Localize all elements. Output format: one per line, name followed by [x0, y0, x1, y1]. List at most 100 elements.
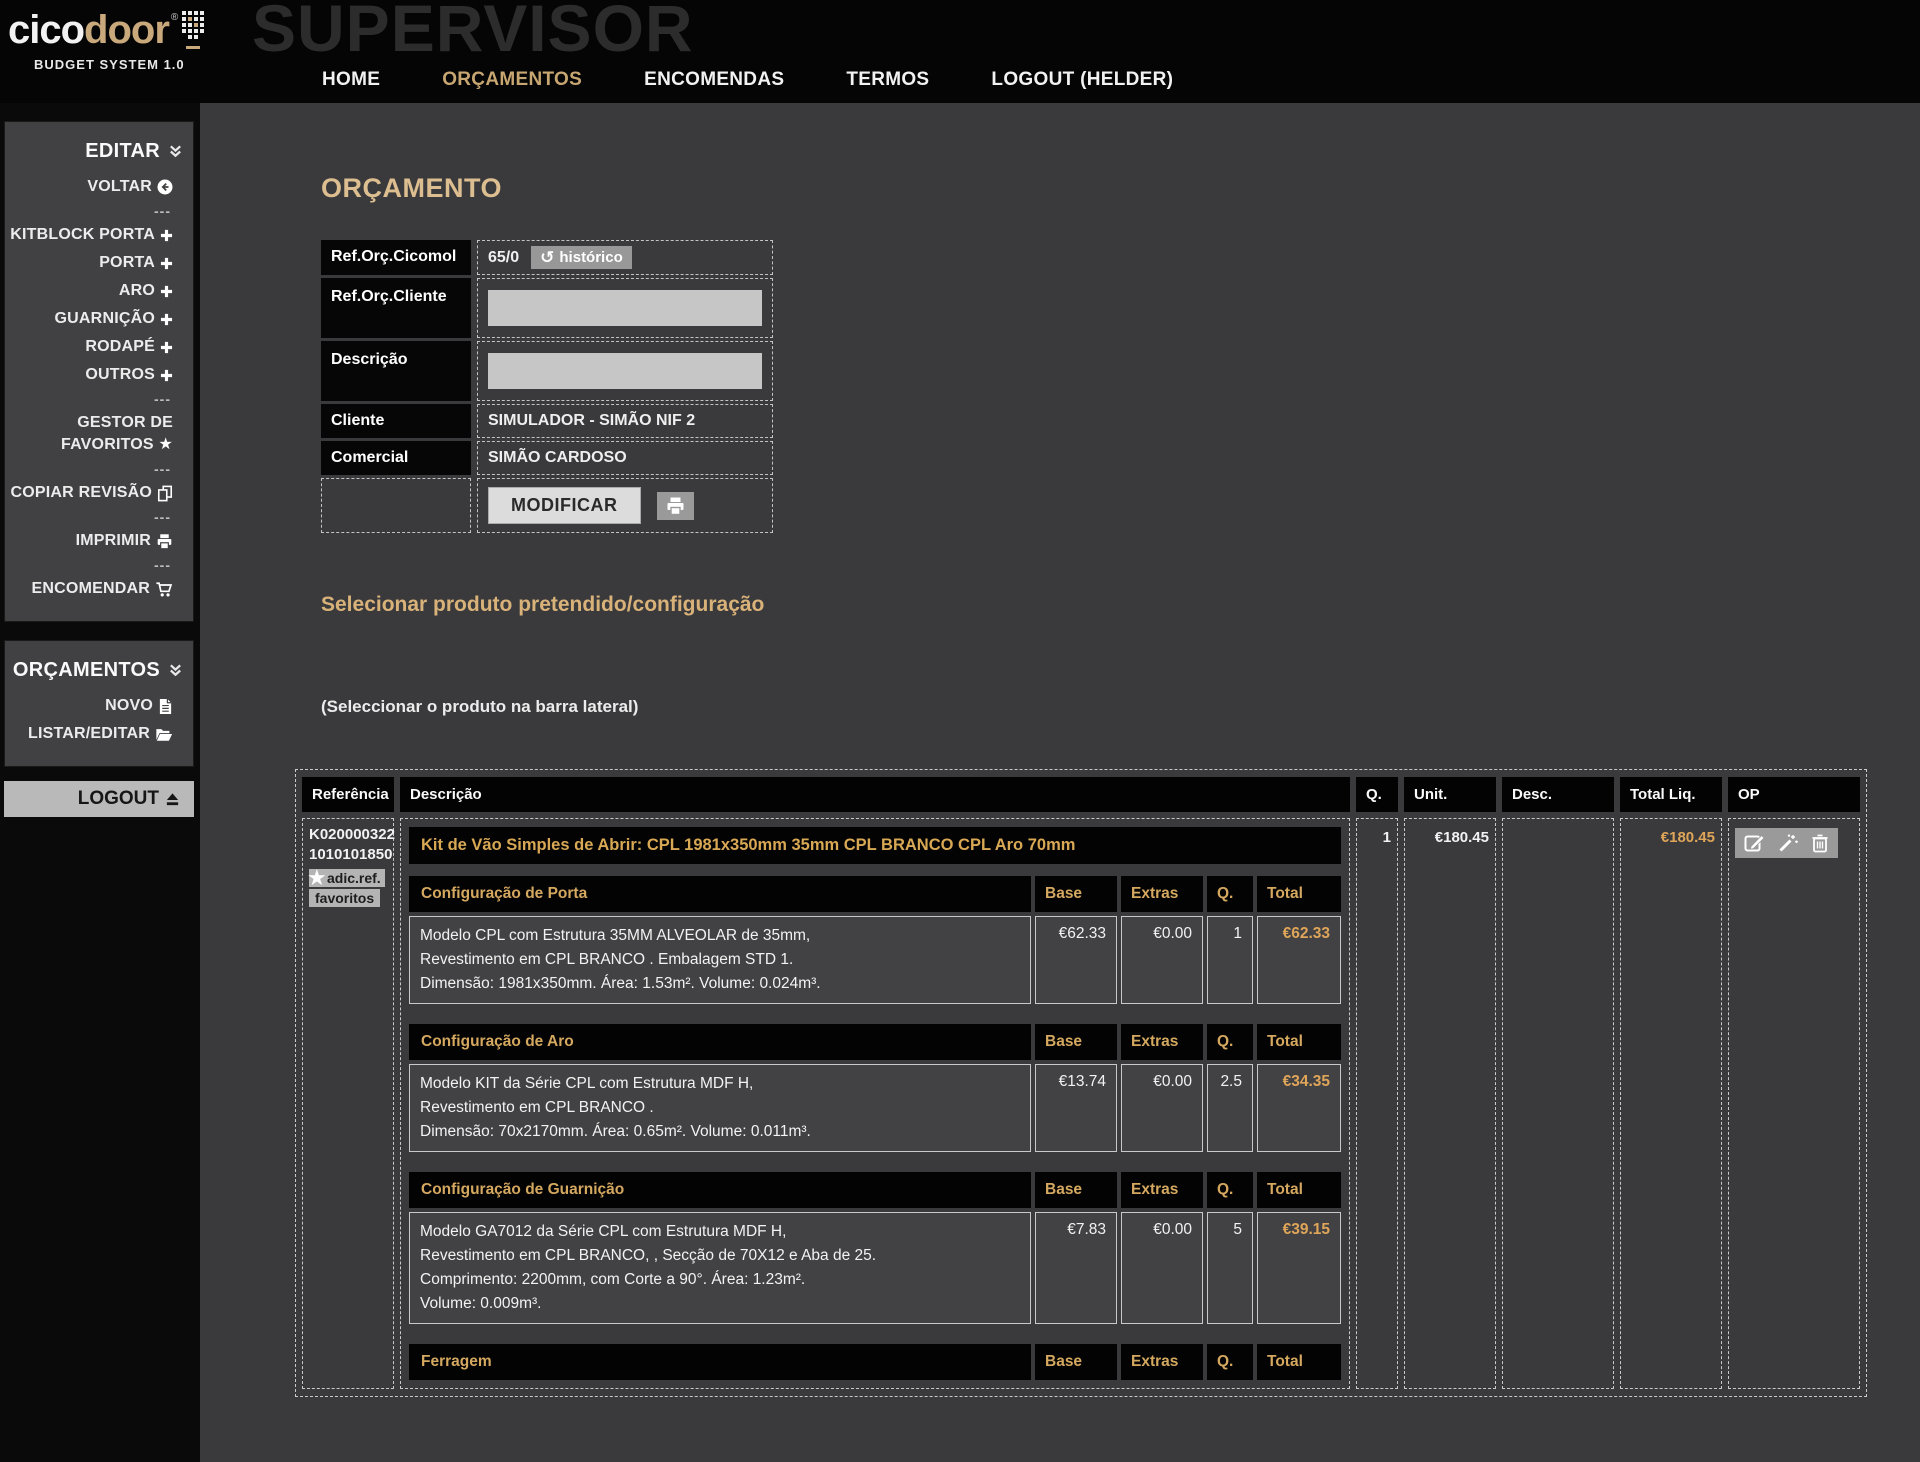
subcol-base: Base [1035, 1172, 1117, 1208]
sidebar-header-orcamentos[interactable]: ORÇAMENTOS [5, 655, 193, 692]
sidebar-item-kitblock-porta[interactable]: KITBLOCK PORTA [5, 221, 193, 249]
magic-wand-icon [1778, 833, 1799, 853]
subcol-total: Total [1257, 1344, 1341, 1380]
top-header: cicodoor ® BUDGET SYSTEM 1.0 SUPERVISOR [0, 0, 1920, 103]
rodape-label: RODAPÉ [85, 336, 155, 358]
form-buttons-spacer [321, 478, 471, 533]
config-aro-title: Configuração de Aro [409, 1024, 1031, 1060]
door-grid-icon [180, 10, 208, 50]
nav-item-logout[interactable]: LOGOUT (HELDER) [991, 69, 1173, 91]
subcol-total: Total [1257, 876, 1341, 912]
subcol-q: Q. [1207, 876, 1253, 912]
sidebar-item-voltar[interactable]: VOLTAR [5, 173, 193, 201]
config-aro-total: €34.35 [1257, 1064, 1341, 1152]
cart-icon [155, 581, 173, 598]
config-aro-q: 2.5 [1207, 1064, 1253, 1152]
cell-referencia: K020000322 1010101850 ★ adic.ref. favori… [302, 818, 394, 1389]
add-ref-favorites-button[interactable]: ★ adic.ref. favoritos [309, 869, 387, 907]
folder-open-icon [155, 727, 173, 742]
sidebar-item-listar-editar[interactable]: LISTAR/EDITAR [5, 720, 193, 748]
plus-icon [160, 257, 173, 270]
cell-desc [1502, 818, 1614, 1389]
brand-logo[interactable]: cicodoor ® BUDGET SYSTEM 1.0 [0, 0, 245, 103]
sidebar-item-rodape[interactable]: RODAPÉ [5, 333, 193, 361]
sidebar-header-editar[interactable]: EDITAR [5, 136, 193, 173]
nav-item-termos[interactable]: TERMOS [846, 69, 929, 91]
config-porta-total: €62.33 [1257, 916, 1341, 1004]
sidebar-item-imprimir[interactable]: IMPRIMIR [5, 527, 193, 555]
plus-icon [160, 369, 173, 382]
sidebar-panel-orcamentos: ORÇAMENTOS NOVO LISTAR/EDITAR [4, 640, 194, 767]
sidebar-item-encomendar[interactable]: ENCOMENDAR [5, 575, 193, 603]
gestor-favoritos-label: GESTOR DE FAVORITOS ★ [61, 412, 173, 456]
descricao-input[interactable] [488, 353, 762, 389]
config-aro-base: €13.74 [1035, 1064, 1117, 1152]
col-header-descricao: Descrição [400, 777, 1350, 812]
aro-label: ARO [119, 280, 155, 302]
subcol-extras: Extras [1121, 876, 1203, 912]
cell-descricao: Kit de Vão Simples de Abrir: CPL 1981x35… [400, 818, 1350, 1389]
imprimir-label: IMPRIMIR [76, 530, 151, 552]
config-section-guarnicao: Configuração de Guarnição Base Extras Q.… [409, 1172, 1341, 1324]
print-button[interactable] [657, 492, 694, 520]
section-title: Selecionar produto pretendido/configuraç… [321, 593, 1920, 617]
form-value-ref-cliente [477, 278, 773, 338]
sidebar-item-copiar-revisao[interactable]: COPIAR REVISÃO [5, 479, 193, 507]
config-guarnicao-total: €39.15 [1257, 1212, 1341, 1324]
nav-item-encomendas[interactable]: ENCOMENDAS [644, 69, 784, 91]
sidebar-logout-button[interactable]: LOGOUT [4, 781, 194, 817]
guarnicao-label: GUARNIÇÃO [55, 308, 155, 330]
plus-icon [160, 341, 173, 354]
col-header-desc: Desc. [1502, 777, 1614, 812]
separator: --- [5, 201, 193, 221]
nav-item-home[interactable]: HOME [322, 69, 380, 91]
config-aro-extras: €0.00 [1121, 1064, 1203, 1152]
col-header-op: OP [1728, 777, 1860, 812]
chevron-double-down-icon [168, 663, 183, 678]
config-guarnicao-description: Modelo GA7012 da Série CPL com Estrutura… [409, 1212, 1031, 1324]
document-icon [158, 698, 173, 715]
config-guarnicao-extras: €0.00 [1121, 1212, 1203, 1324]
form-label-cliente: Cliente [321, 404, 471, 438]
sidebar-header-orcamentos-label: ORÇAMENTOS [13, 659, 160, 682]
ref-cliente-input[interactable] [488, 290, 762, 326]
ref-cicomol-value: 65/0 [488, 249, 519, 267]
col-header-total-liq: Total Liq. [1620, 777, 1722, 812]
form-value-cliente: SIMULADOR - SIMÃO NIF 2 [477, 404, 773, 438]
sidebar-item-porta[interactable]: PORTA [5, 249, 193, 277]
config-section-porta: Configuração de Porta Base Extras Q. Tot… [409, 876, 1341, 1004]
modificar-button[interactable]: MODIFICAR [488, 487, 641, 524]
form-value-ref-cicomol: 65/0 ↺ histórico [477, 240, 773, 275]
magic-wand-button[interactable] [1778, 833, 1799, 853]
sidebar-item-aro[interactable]: ARO [5, 277, 193, 305]
form-label-ref-cliente: Ref.Orç.Cliente [321, 278, 471, 338]
sidebar-item-outros[interactable]: OUTROS [5, 361, 193, 389]
nav-item-orcamentos[interactable]: ORÇAMENTOS [442, 69, 582, 91]
edit-button[interactable] [1744, 833, 1766, 853]
sidebar-item-gestor-favoritos[interactable]: GESTOR DE FAVORITOS ★ [5, 409, 193, 459]
separator: --- [5, 555, 193, 575]
sidebar-panel-editar: EDITAR VOLTAR --- KITBLOCK PORTA PORTA A… [4, 121, 194, 622]
ref-line-2: 1010101850 [309, 845, 387, 865]
form-value-descricao [477, 341, 773, 401]
sidebar-item-guarnicao[interactable]: GUARNIÇÃO [5, 305, 193, 333]
subcol-q: Q. [1207, 1024, 1253, 1060]
cell-total-liq: €180.45 [1620, 818, 1722, 1389]
brand-tagline: BUDGET SYSTEM 1.0 [6, 57, 245, 72]
logout-label: LOGOUT [78, 788, 159, 810]
subcol-base: Base [1035, 1024, 1117, 1060]
sidebar-item-novo[interactable]: NOVO [5, 692, 193, 720]
delete-button[interactable] [1811, 833, 1829, 853]
logo-text-cico: cico [8, 8, 84, 53]
subcol-total: Total [1257, 1172, 1341, 1208]
novo-label: NOVO [105, 695, 153, 717]
config-aro-description: Modelo KIT da Série CPL com Estrutura MD… [409, 1064, 1031, 1152]
product-title: Kit de Vão Simples de Abrir: CPL 1981x35… [409, 827, 1341, 864]
config-guarnicao-title: Configuração de Guarnição [409, 1172, 1031, 1208]
history-icon: ↺ [540, 251, 554, 265]
historico-button[interactable]: ↺ histórico [531, 246, 632, 269]
logo-text-door: door [84, 8, 169, 53]
config-porta-extras: €0.00 [1121, 916, 1203, 1004]
outros-label: OUTROS [85, 364, 155, 386]
subcol-base: Base [1035, 1344, 1117, 1380]
